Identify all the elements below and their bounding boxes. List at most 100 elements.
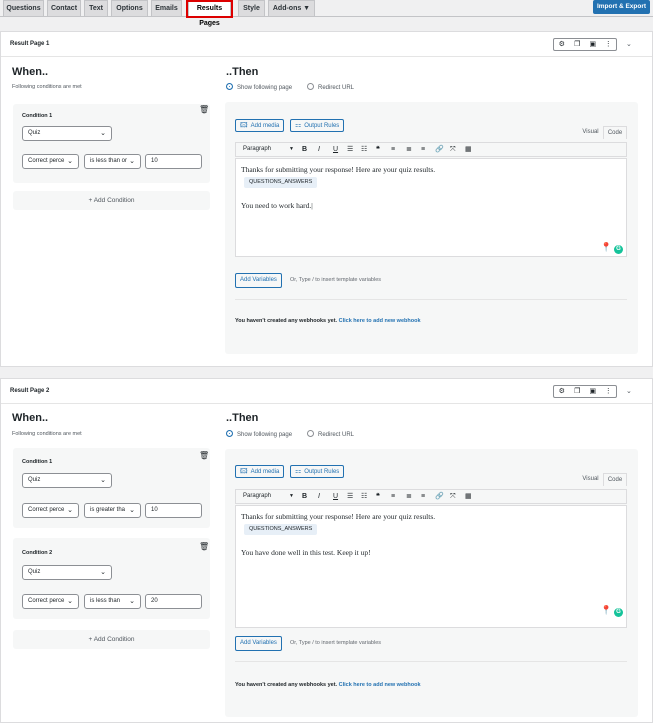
align-left-icon[interactable]: ≡: [391, 143, 395, 156]
import-export-button[interactable]: Import & Export: [593, 0, 650, 14]
value-input[interactable]: 20: [145, 594, 202, 609]
toolbar-toggle-icon[interactable]: ▦: [465, 143, 472, 156]
when-subtitle: Following conditions are met: [12, 84, 82, 90]
editor-paragraph: You need to work hard.|: [241, 201, 313, 210]
tab-bar: Questions Contact Text Options Emails Re…: [0, 0, 653, 27]
tab-results-pages[interactable]: Results Pages: [188, 0, 231, 27]
grammarly-widget[interactable]: 📍 G: [601, 605, 623, 617]
value-input[interactable]: 10: [145, 154, 202, 169]
copy-icon[interactable]: ❐: [570, 39, 586, 50]
add-media-button[interactable]: 🖾 Add media: [235, 465, 285, 478]
card-title: Result Page 2: [10, 388, 50, 394]
tab-visual[interactable]: Visual: [578, 126, 603, 138]
italic-icon[interactable]: I: [318, 143, 320, 156]
source-select[interactable]: Quiz ⌄: [22, 565, 112, 580]
numbered-list-icon[interactable]: ☷: [361, 143, 367, 156]
trash-icon[interactable]: 🗑: [199, 542, 209, 551]
underline-icon[interactable]: U: [333, 490, 338, 503]
card-header: Result Page 2 ⚙ ❐ ▣ ⋮ ⌄: [1, 379, 652, 404]
save-icon[interactable]: ▣: [585, 386, 601, 397]
redirect-url-radio[interactable]: Redirect URL: [307, 83, 354, 91]
bullet-list-icon[interactable]: ☰: [347, 143, 353, 156]
redirect-url-radio[interactable]: Redirect URL: [307, 430, 354, 438]
tab-contact[interactable]: Contact: [47, 0, 81, 16]
editor-mode-tabs: Visual Code: [578, 126, 627, 139]
tab-visual[interactable]: Visual: [578, 473, 603, 485]
card-actions: ⚙ ❐ ▣ ⋮: [553, 38, 617, 51]
metric-select[interactable]: Correct perce ⌄: [22, 594, 79, 609]
template-variable-tag[interactable]: QUESTIONS_ANSWERS: [244, 524, 318, 535]
grammarly-widget[interactable]: 📍 G: [601, 242, 623, 254]
italic-icon[interactable]: I: [318, 490, 320, 503]
add-variables-button[interactable]: Add Variables: [235, 273, 282, 288]
value-input[interactable]: 10: [145, 503, 202, 518]
fullscreen-icon[interactable]: ⤧: [450, 143, 456, 156]
underline-icon[interactable]: U: [333, 143, 338, 156]
tab-code[interactable]: Code: [603, 126, 627, 139]
more-vertical-icon[interactable]: ⋮: [601, 39, 617, 50]
location-pin-icon: 📍: [600, 242, 612, 252]
chevron-down-icon: ⌄: [100, 130, 106, 137]
align-center-icon[interactable]: ≣: [406, 490, 412, 503]
bold-icon[interactable]: B: [302, 143, 307, 156]
tab-emails[interactable]: Emails: [151, 0, 182, 16]
tab-addons[interactable]: Add-ons ▼: [268, 0, 315, 16]
then-panel: 🖾 Add media ⚏ Output Rules Visual Code Par…: [225, 102, 638, 354]
add-condition-button[interactable]: + Add Condition: [13, 191, 210, 210]
source-select[interactable]: Quiz ⌄: [22, 473, 112, 488]
tab-text[interactable]: Text: [84, 0, 108, 16]
output-rules-button[interactable]: ⚏ Output Rules: [290, 465, 345, 478]
operator-select[interactable]: is less than or ⌄: [84, 154, 141, 169]
bullet-list-icon[interactable]: ☰: [347, 490, 353, 503]
add-webhook-link[interactable]: Click here to add new webhook: [339, 318, 421, 324]
add-condition-button[interactable]: + Add Condition: [13, 630, 210, 649]
content-editor[interactable]: Thanks for submitting your response! Her…: [235, 505, 627, 628]
toolbar-toggle-icon[interactable]: ▦: [465, 490, 472, 503]
condition-label: Condition 1: [22, 459, 53, 465]
trash-icon[interactable]: 🗑: [199, 451, 209, 460]
output-rules-button[interactable]: ⚏ Output Rules: [290, 119, 345, 132]
metric-select[interactable]: Correct perce ⌄: [22, 503, 79, 518]
chevron-down-icon: ⌄: [100, 477, 106, 484]
chevron-down-icon[interactable]: ⌄: [626, 387, 632, 395]
trash-icon[interactable]: 🗑: [199, 105, 209, 114]
show-page-radio[interactable]: Show following page: [226, 430, 292, 438]
align-right-icon[interactable]: ≡: [421, 143, 425, 156]
operator-select[interactable]: is greater tha ⌄: [84, 503, 141, 518]
gear-icon[interactable]: ⚙: [554, 386, 570, 397]
tab-code[interactable]: Code: [603, 473, 627, 486]
tab-style[interactable]: Style: [238, 0, 265, 16]
operator-select[interactable]: is less than ⌄: [84, 594, 141, 609]
quote-icon[interactable]: ❝: [376, 143, 380, 156]
add-variables-button[interactable]: Add Variables: [235, 636, 282, 651]
quote-icon[interactable]: ❝: [376, 490, 380, 503]
chevron-down-icon[interactable]: ⌄: [626, 40, 632, 48]
card-title: Result Page 1: [10, 41, 50, 47]
save-icon[interactable]: ▣: [585, 39, 601, 50]
more-vertical-icon[interactable]: ⋮: [601, 386, 617, 397]
show-page-radio[interactable]: Show following page: [226, 83, 292, 91]
bold-icon[interactable]: B: [302, 490, 307, 503]
copy-icon[interactable]: ❐: [570, 386, 586, 397]
align-right-icon[interactable]: ≡: [421, 490, 425, 503]
radio-checked-icon: [226, 83, 233, 90]
add-webhook-link[interactable]: Click here to add new webhook: [339, 682, 421, 688]
link-icon[interactable]: 🔗: [435, 143, 444, 156]
format-select[interactable]: Paragraph: [243, 143, 271, 156]
condition-block: Condition 1 🗑 Quiz ⌄ Correct perce ⌄ is gr…: [13, 448, 210, 528]
tab-questions[interactable]: Questions: [3, 0, 44, 16]
template-variable-tag[interactable]: QUESTIONS_ANSWERS: [244, 177, 318, 188]
tab-options[interactable]: Options: [111, 0, 148, 16]
metric-select[interactable]: Correct perce ⌄: [22, 154, 79, 169]
link-icon[interactable]: 🔗: [435, 490, 444, 503]
align-left-icon[interactable]: ≡: [391, 490, 395, 503]
align-center-icon[interactable]: ≣: [406, 143, 412, 156]
format-select[interactable]: Paragraph: [243, 490, 271, 503]
numbered-list-icon[interactable]: ☷: [361, 490, 367, 503]
gear-icon[interactable]: ⚙: [554, 39, 570, 50]
condition-label: Condition 1: [22, 113, 53, 119]
fullscreen-icon[interactable]: ⤧: [450, 490, 456, 503]
content-editor[interactable]: Thanks for submitting your response! Her…: [235, 158, 627, 257]
add-media-button[interactable]: 🖾 Add media: [235, 119, 285, 132]
source-select[interactable]: Quiz ⌄: [22, 126, 112, 141]
